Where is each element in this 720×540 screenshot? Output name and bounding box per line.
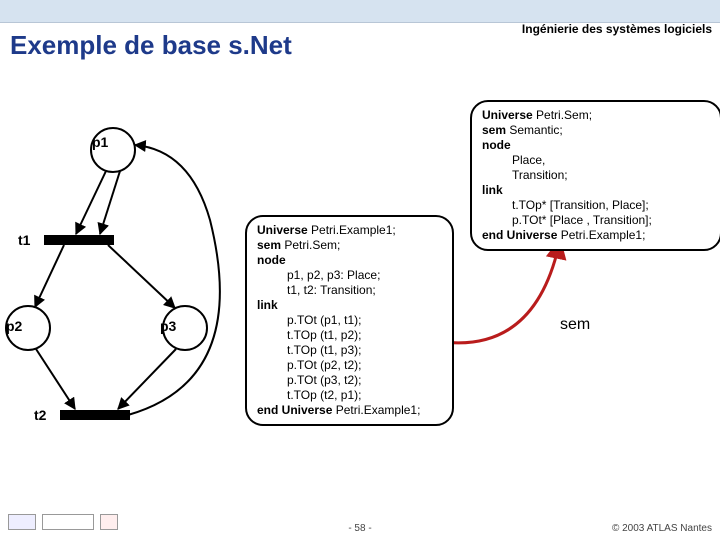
footer-logos — [8, 514, 118, 530]
logo-inria — [42, 514, 94, 530]
logo-edf — [8, 514, 36, 530]
code-example-box: Universe Petri.Example1; sem Petri.Sem; … — [245, 215, 454, 426]
page-number: - 58 - — [348, 523, 371, 534]
label-p2: p2 — [6, 318, 22, 334]
label-t1: t1 — [18, 232, 30, 248]
transition-t2 — [60, 410, 130, 420]
header-subject: Ingénierie des systèmes logiciels — [522, 22, 712, 36]
transition-t1 — [44, 235, 114, 245]
label-p3: p3 — [160, 318, 176, 334]
code-sem-box: Universe Petri.Sem; sem Semantic; node P… — [470, 100, 720, 251]
label-p1: p1 — [92, 134, 108, 150]
sem-arrow-label: sem — [560, 316, 590, 334]
slide-title: Exemple de base s.Net — [10, 30, 292, 61]
label-t2: t2 — [34, 407, 46, 423]
logo-cea — [100, 514, 118, 530]
top-bar — [0, 0, 720, 23]
footer: - 58 - © 2003 ATLAS Nantes — [0, 514, 720, 534]
copyright: © 2003 ATLAS Nantes — [612, 523, 712, 534]
